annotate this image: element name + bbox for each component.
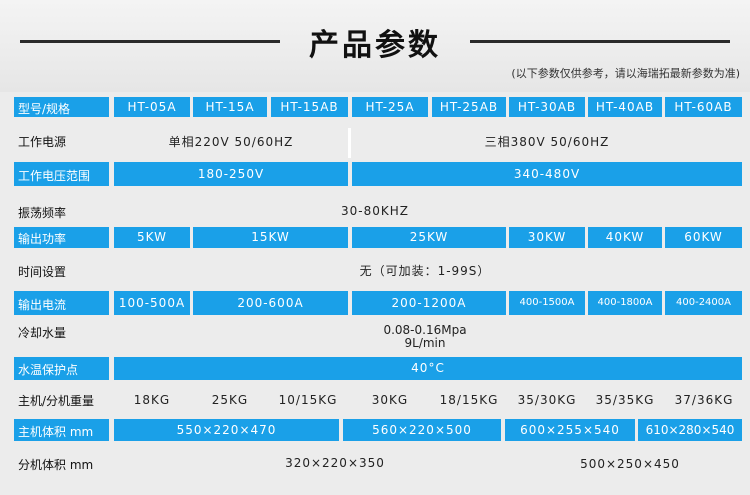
power-cell: 40KW	[588, 227, 662, 248]
sub-size-cell: 500×250×450	[580, 457, 680, 471]
power-cell: 60KW	[665, 227, 742, 248]
model-cell: HT-15AB	[271, 97, 348, 117]
page-title: 产品参数	[309, 28, 441, 63]
row-label: 冷却水量	[18, 326, 67, 340]
model-cell: HT-40AB	[588, 97, 662, 117]
row-label: 输出电流	[18, 298, 67, 312]
host-size-cell: 550×220×470	[114, 419, 339, 441]
row-label: 时间设置	[18, 265, 67, 279]
row-label: 输出功率	[18, 232, 67, 246]
row-output-power: 输出功率 5KW 15KW 25KW 30KW 40KW 60KW	[0, 227, 750, 248]
weight-cell: 25KG	[211, 393, 249, 407]
model-cell: HT-30AB	[509, 97, 585, 117]
host-size-cell: 600×255×540	[505, 419, 635, 441]
cooling-pressure: 0.08-0.16Mpa	[383, 323, 467, 337]
row-weight: 主机/分机重量 18KG 25KG 10/15KG 30KG 18/15KG 3…	[0, 387, 750, 413]
row-label: 水温保护点	[18, 363, 79, 377]
row-time-setting: 时间设置 无（可加装：1-99S）	[0, 258, 750, 284]
host-size-cell: 610×280×540	[638, 419, 742, 441]
cooling-flow: 9L/min	[404, 336, 446, 350]
weight-cell: 35/30KG	[517, 393, 577, 407]
row-label: 分机体积 mm	[18, 458, 94, 472]
host-size-cell: 560×220×500	[343, 419, 501, 441]
row-label: 振荡频率	[18, 206, 67, 220]
weight-cell: 10/15KG	[278, 393, 338, 407]
power-cell: 25KW	[352, 227, 506, 248]
row-label: 工作电压范围	[18, 169, 91, 183]
model-cell: HT-25AB	[432, 97, 506, 117]
time-setting-value: 无（可加装：1-99S）	[359, 264, 491, 278]
weight-cell: 18/15KG	[439, 393, 499, 407]
weight-cell: 18KG	[133, 393, 171, 407]
disclaimer-note: (以下参数仅供参考，请以海瑞拓最新参数为准)	[511, 67, 740, 80]
current-cell: 400-1500A	[509, 291, 585, 315]
current-cell: 100-500A	[114, 291, 190, 315]
row-label: 型号/规格	[18, 102, 71, 116]
model-cell: HT-15A	[193, 97, 267, 117]
column-divider	[348, 128, 351, 158]
three-phase-value: 三相380V 50/60HZ	[484, 135, 610, 149]
row-sub-size: 分机体积 mm 320×220×350 500×250×450	[0, 450, 750, 476]
row-model: 型号/规格 HT-05A HT-15A HT-15AB HT-25A HT-25…	[0, 97, 750, 117]
weight-cell: 37/36KG	[674, 393, 734, 407]
weight-cell: 35/35KG	[595, 393, 655, 407]
row-label: 主机/分机重量	[18, 394, 95, 408]
current-cell: 200-600A	[193, 291, 348, 315]
current-cell: 200-1200A	[352, 291, 506, 315]
power-cell: 5KW	[114, 227, 190, 248]
single-phase-range: 180-250V	[114, 162, 348, 186]
current-cell: 400-2400A	[665, 291, 742, 315]
oscillation-value: 30-80KHZ	[341, 204, 409, 218]
row-power-supply: 工作电源 单相220V 50/60HZ 三相380V 50/60HZ	[0, 128, 750, 158]
model-cell: HT-05A	[114, 97, 190, 117]
power-cell: 15KW	[193, 227, 348, 248]
three-phase-range: 340-480V	[352, 162, 742, 186]
header: 产品参数 (以下参数仅供参考，请以海瑞拓最新参数为准)	[0, 0, 750, 92]
power-cell: 30KW	[509, 227, 585, 248]
row-water-temp: 水温保护点 40°C	[0, 357, 750, 380]
row-label: 工作电源	[18, 135, 67, 149]
row-voltage-range: 工作电压范围 180-250V 340-480V	[0, 162, 750, 186]
row-output-current: 输出电流 100-500A 200-600A 200-1200A 400-150…	[0, 291, 750, 315]
row-host-size: 主机体积 mm 550×220×470 560×220×500 600×255×…	[0, 419, 750, 441]
model-cell: HT-25A	[352, 97, 428, 117]
row-oscillation: 振荡频率 30-80KHZ	[0, 198, 750, 224]
row-cooling-water: 冷却水量 0.08-0.16Mpa 9L/min	[0, 322, 750, 354]
model-cell: HT-60AB	[665, 97, 742, 117]
current-cell: 400-1800A	[588, 291, 662, 315]
weight-cell: 30KG	[371, 393, 409, 407]
row-label: 主机体积 mm	[18, 425, 94, 439]
single-phase-value: 单相220V 50/60HZ	[168, 135, 294, 149]
sub-size-cell: 320×220×350	[285, 456, 385, 470]
water-temp-value: 40°C	[114, 357, 742, 380]
